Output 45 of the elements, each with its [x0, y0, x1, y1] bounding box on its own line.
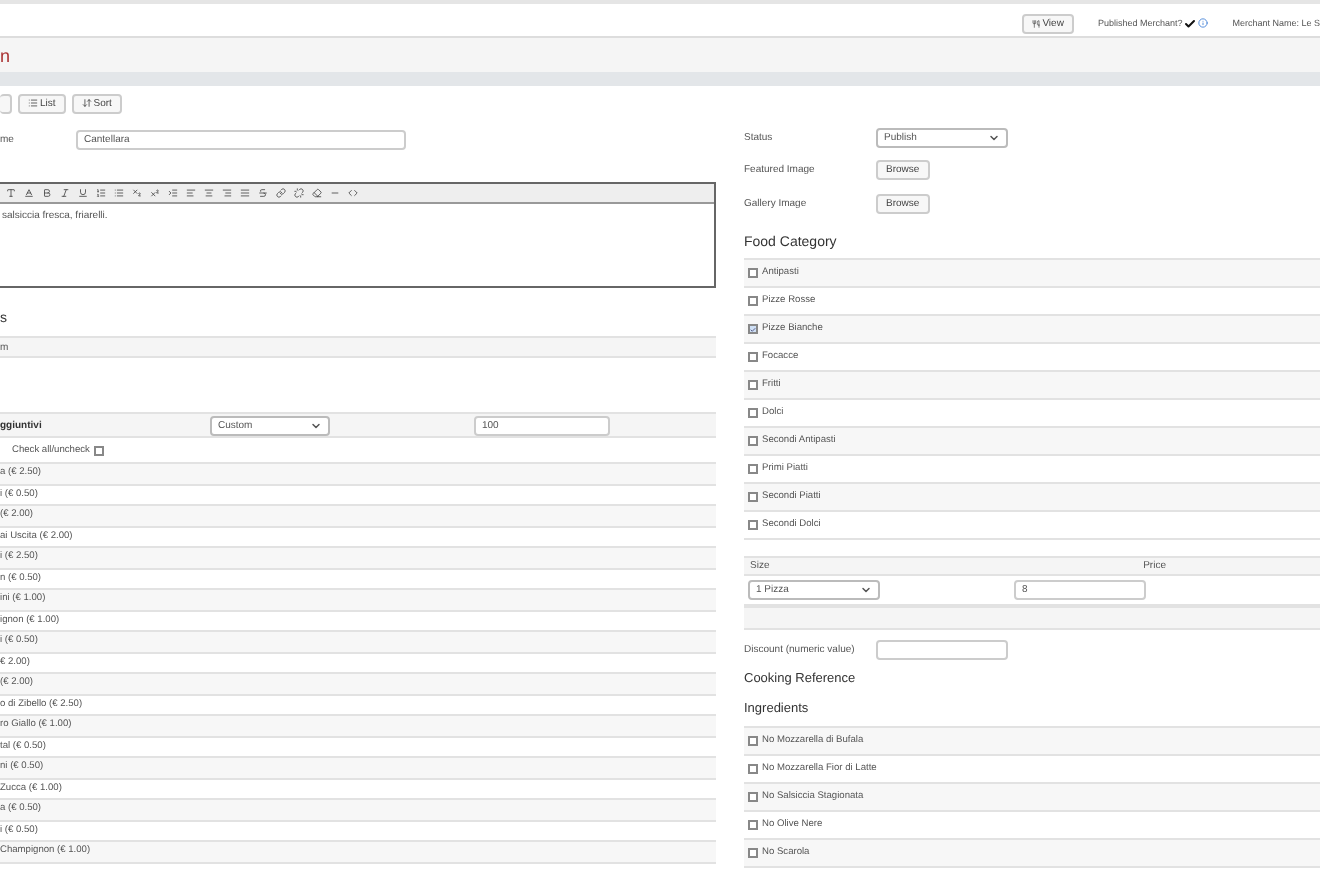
align-left-icon[interactable]: [186, 188, 196, 198]
superscript-icon[interactable]: [150, 188, 160, 198]
numbered-list-icon[interactable]: [96, 188, 106, 198]
utensils-icon: [1032, 19, 1041, 27]
page-title: n: [0, 45, 11, 65]
checkbox[interactable]: [93, 445, 104, 455]
indent-icon[interactable]: [168, 188, 178, 198]
italic-icon[interactable]: [60, 188, 70, 198]
checkbox[interactable]: [748, 820, 758, 830]
checkbox[interactable]: [748, 352, 758, 362]
bullet-list-icon[interactable]: [114, 188, 124, 198]
list-icon: [28, 98, 38, 108]
underline-icon[interactable]: [78, 188, 88, 198]
checkbox[interactable]: [748, 296, 758, 306]
bold-icon[interactable]: [42, 188, 52, 198]
eraser-icon[interactable]: [312, 188, 322, 198]
strikethrough-icon[interactable]: [258, 188, 268, 198]
checkbox[interactable]: [748, 380, 758, 390]
checkbox[interactable]: [748, 492, 758, 502]
chevron-icon: [988, 131, 1000, 143]
chevron-icon: [310, 419, 322, 431]
checkbox[interactable]: [748, 848, 758, 858]
checkbox[interactable]: [748, 436, 758, 446]
code-icon[interactable]: [348, 188, 358, 198]
link-icon[interactable]: [276, 188, 286, 198]
justify-icon[interactable]: [240, 188, 250, 198]
checkbox[interactable]: [748, 268, 758, 278]
sort-icon: [81, 98, 92, 108]
info-icon: [1198, 18, 1209, 28]
discount-field[interactable]: [876, 639, 1008, 659]
checkbox[interactable]: [748, 736, 758, 746]
align-center-icon[interactable]: [204, 188, 214, 198]
subscript-icon[interactable]: [132, 188, 142, 198]
checkbox[interactable]: [748, 464, 758, 474]
checkbox[interactable]: [748, 324, 758, 334]
checkbox[interactable]: [748, 792, 758, 802]
checkbox[interactable]: [748, 520, 758, 530]
font-size-icon[interactable]: [6, 188, 16, 198]
chevron-icon: [860, 584, 872, 596]
checkbox[interactable]: [748, 764, 758, 774]
unlink-icon[interactable]: [294, 188, 304, 198]
align-right-icon[interactable]: [222, 188, 232, 198]
checkbox[interactable]: [748, 408, 758, 418]
horizontal-rule-icon[interactable]: [330, 188, 340, 198]
font-color-icon[interactable]: [24, 188, 34, 198]
